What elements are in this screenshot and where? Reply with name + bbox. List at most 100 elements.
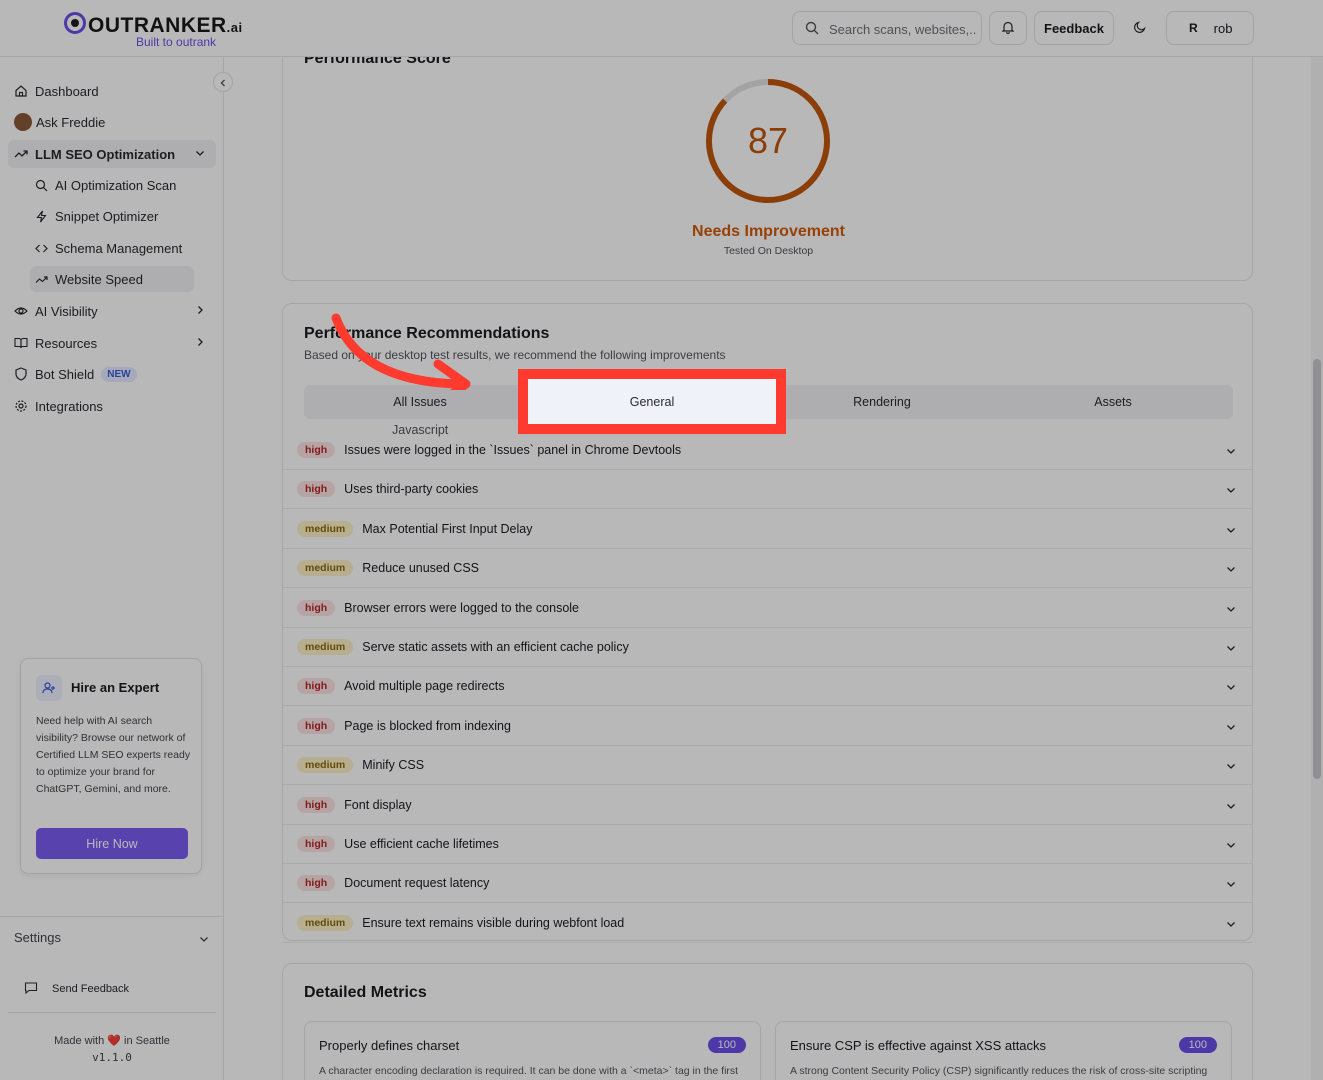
sidebar-subitem-label: Schema Management (55, 240, 183, 256)
metric-card[interactable]: Ensure CSP is effective against XSS atta… (775, 1021, 1232, 1080)
severity-badge: high (297, 599, 336, 616)
issue-title: Ensure text remains visible during webfo… (362, 915, 625, 930)
gear-icon (14, 399, 28, 413)
performance-score-card: Performance Score 87 Needs Improvement T… (282, 57, 1253, 281)
sidebar-subitem-schema-management[interactable]: Schema Management (30, 235, 194, 261)
sidebar-item-bot-shield[interactable]: Bot Shield NEW (8, 360, 216, 388)
settings-label: Settings (14, 930, 61, 945)
search-box[interactable] (792, 11, 982, 45)
hire-description: Need help with AI search visibility? Bro… (36, 715, 191, 795)
user-avatar: R (1189, 21, 1198, 35)
pointer-arrow-icon (331, 313, 471, 390)
sidebar-divider (0, 916, 224, 917)
metric-title: Ensure CSP is effective against XSS atta… (790, 1038, 1047, 1053)
sidebar-item-llm-seo[interactable]: LLM SEO Optimization (8, 140, 216, 168)
issue-row[interactable]: high Page is blocked from indexing (283, 707, 1252, 746)
chevron-down-icon (194, 147, 206, 162)
issue-title: Browser errors were logged to the consol… (344, 600, 580, 615)
issue-title: Issues were logged in the `Issues` panel… (344, 443, 682, 457)
chevron-down-icon (1225, 721, 1237, 736)
issue-row[interactable]: medium Reduce unused CSS (283, 549, 1252, 589)
issue-row[interactable]: high Uses third-party cookies (283, 470, 1252, 510)
severity-badge: medium (297, 757, 354, 774)
sidebar-item-integrations[interactable]: Integrations (8, 392, 216, 420)
page-scrollbar[interactable] (1311, 57, 1323, 1080)
sidebar-collapse-button[interactable] (213, 72, 233, 92)
issue-title: Max Potential First Input Delay (362, 521, 533, 536)
chevron-down-icon (1225, 760, 1237, 775)
search-icon (35, 179, 48, 192)
tab-assets[interactable]: Assets (1000, 388, 1226, 416)
sidebar-item-label: Ask Freddie (36, 114, 106, 130)
sidebar-item-resources[interactable]: Resources (8, 329, 216, 357)
issue-row[interactable]: medium Max Potential First Input Delay (283, 510, 1252, 549)
send-feedback-link[interactable]: Send Feedback (24, 980, 129, 998)
sidebar-item-label: Dashboard (35, 83, 99, 99)
issue-row[interactable]: high Font display (283, 786, 1252, 825)
issue-row[interactable]: medium Minify CSS (283, 746, 1252, 786)
logo-mark-icon (64, 12, 86, 34)
scrollbar-thumb[interactable] (1313, 359, 1321, 779)
avatar (14, 113, 32, 131)
user-menu-button[interactable]: R rob (1166, 11, 1254, 45)
notifications-button[interactable] (989, 11, 1027, 45)
code-icon (35, 242, 48, 255)
metric-card[interactable]: Properly defines charset 100 A character… (304, 1021, 761, 1080)
severity-badge: high (297, 442, 336, 458)
issue-row[interactable]: high Avoid multiple page redirects (283, 667, 1252, 707)
eye-icon (14, 304, 28, 318)
issue-row[interactable]: high Document request latency (283, 864, 1252, 904)
issue-row[interactable]: medium Ensure text remains visible during… (283, 904, 1252, 943)
performance-title: Performance Score (304, 57, 451, 67)
tab-all-issues[interactable]: All Issues (307, 388, 533, 416)
metrics-title: Detailed Metrics (304, 984, 427, 1001)
sidebar-item-ask-freddie[interactable]: Ask Freddie (8, 108, 216, 136)
severity-badge: medium (297, 520, 354, 537)
theme-toggle-button[interactable] (1121, 11, 1159, 45)
chevron-down-icon (1225, 642, 1237, 657)
issue-row[interactable]: medium Serve static assets with an effici… (283, 628, 1252, 667)
shield-icon (14, 367, 28, 381)
tab-rendering[interactable]: Rendering (769, 388, 995, 416)
sidebar-subitem-label: Snippet Optimizer (55, 208, 159, 224)
main-content: Performance Score 87 Needs Improvement T… (224, 57, 1311, 1080)
chevron-down-icon (1225, 484, 1237, 499)
issue-title: Document request latency (344, 876, 490, 891)
issue-title: Page is blocked from indexing (344, 718, 511, 733)
feedback-button[interactable]: Feedback (1034, 11, 1114, 45)
severity-badge: high (297, 717, 336, 734)
score-value: 87 (747, 120, 789, 161)
settings-menu[interactable]: Settings (14, 930, 210, 950)
issue-row[interactable]: high Browser errors were logged to the co… (283, 589, 1252, 628)
chevron-down-icon (1225, 918, 1237, 933)
highlight-frame: General (518, 369, 786, 434)
chevron-down-icon (1225, 563, 1237, 578)
severity-badge: high (297, 678, 336, 695)
sidebar-subitem-snippet-optimizer[interactable]: Snippet Optimizer (30, 203, 194, 229)
sidebar-item-label: AI Visibility (35, 303, 98, 319)
highlighted-tab-general[interactable]: General (528, 379, 776, 424)
issue-row[interactable]: high Use efficient cache lifetimes (283, 825, 1252, 864)
chevron-down-icon (1225, 524, 1237, 539)
user-plus-icon (36, 675, 62, 701)
search-input[interactable] (829, 19, 977, 39)
issue-row[interactable]: high Issues were logged in the `Issues` p… (283, 431, 1252, 470)
score-status: Needs Improvement (692, 223, 845, 240)
sidebar-subitem-website-speed[interactable]: Website Speed (30, 266, 194, 292)
metric-score-badge: 100 (1178, 1037, 1217, 1053)
chevron-down-icon (1225, 681, 1237, 696)
tested-on-text: Tested On Desktop (723, 245, 814, 257)
issue-title: Serve static assets with an efficient ca… (362, 640, 629, 654)
sidebar-item-ai-visibility[interactable]: AI Visibility (8, 297, 216, 325)
sidebar-item-dashboard[interactable]: Dashboard (8, 77, 216, 105)
sidebar-subitem-label: AI Optimization Scan (55, 177, 177, 193)
sidebar-divider (8, 1012, 216, 1013)
chevron-down-icon (1225, 878, 1237, 893)
book-icon (14, 336, 28, 350)
sidebar-subitem-ai-optimization-scan[interactable]: AI Optimization Scan (30, 172, 194, 198)
severity-badge: high (297, 796, 336, 813)
severity-badge: medium (297, 914, 354, 931)
metric-score-badge: 100 (707, 1037, 746, 1053)
hire-now-button[interactable]: Hire Now (36, 828, 188, 859)
version-text: v1.1.0 (92, 1051, 132, 1064)
